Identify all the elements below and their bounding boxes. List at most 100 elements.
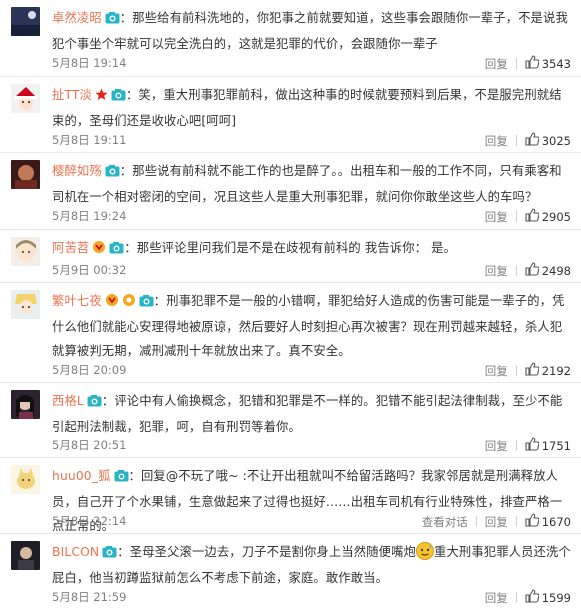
comment-date: 5月8日 19:24: [52, 209, 127, 223]
comment-item: 阿苦苕 ：那些评论里问我们是不是在歧视有前科的 我告诉你： 是。 5月9日 00:…: [0, 230, 581, 283]
member-badge-icon: [105, 291, 119, 315]
comment-item: 卓然凌昭 ：那些给有前科洗地的，你犯事之前就要知道，这些事会跟随你一辈子，不是说我…: [0, 0, 581, 77]
view-conversation-button[interactable]: 查看对话: [422, 514, 468, 530]
comment-date: 5月8日 19:11: [52, 133, 127, 147]
thumbs-up-icon: [525, 437, 542, 454]
comment-footer: 5月9日 00:32 回复 2498: [52, 259, 571, 285]
divider: [515, 365, 517, 376]
comment-text: 西格L ：评论中有人偷换概念，犯错和犯罪是不一样的。犯错不能引起法律制裁，至少不能…: [52, 389, 571, 434]
avatar[interactable]: [11, 84, 40, 113]
avatar[interactable]: [11, 160, 40, 189]
avatar[interactable]: [11, 390, 40, 419]
like-count: 1670: [541, 514, 571, 529]
like-count: 2192: [541, 363, 571, 378]
avatar[interactable]: [11, 290, 40, 319]
reply-button[interactable]: 回复: [485, 590, 508, 606]
vip-camera-icon: [114, 466, 129, 490]
like-button[interactable]: 3543: [525, 55, 571, 72]
username-link[interactable]: 卓然凌昭: [52, 11, 102, 25]
username-link[interactable]: 樱醉如殇: [52, 164, 102, 178]
username-link[interactable]: 扯TT淡: [52, 88, 92, 102]
reply-button[interactable]: 回复: [485, 56, 508, 72]
comment-item: 樱醉如殇 ：那些说有前科就不能工作的也是醉了。。出租车和一般的工作不同，只有乘客和…: [0, 153, 581, 230]
avatar[interactable]: [11, 237, 40, 266]
like-button[interactable]: 1751: [525, 437, 571, 454]
reply-button[interactable]: 回复: [485, 514, 508, 530]
comment-item: 繁叶七夜 ：刑事犯罪不是一般的小错啊，罪犯给好人造成的伤害可能是一辈子的，凭什么他…: [0, 283, 581, 383]
reply-button[interactable]: 回复: [485, 363, 508, 379]
username-link[interactable]: 阿苦苕: [52, 241, 89, 255]
reply-button[interactable]: 回复: [485, 133, 508, 149]
divider: [515, 211, 517, 222]
thumbs-up-icon: [525, 262, 542, 279]
divider: [515, 440, 517, 451]
vip-camera-icon: [87, 391, 102, 415]
vip-camera-icon: [105, 8, 120, 32]
comment-item: 扯TT淡 ：笑，重大刑事犯罪前科，做出这种事的时候就要预料到后果，不是服完刑就结束…: [0, 77, 581, 153]
comment-footer: 5月8日 20:51 回复 1751: [52, 434, 571, 460]
username-link[interactable]: BILCON: [52, 545, 99, 559]
comment-footer: 5月8日 19:24 回复 2905: [52, 205, 571, 231]
comment-footer: 5月8日 19:14 回复 3543: [52, 52, 571, 78]
sweat-emoji-icon: [416, 542, 435, 560]
thumbs-up-icon: [525, 132, 542, 149]
comment-text: 卓然凌昭 ：那些给有前科洗地的，你犯事之前就要知道，这些事会跟随你一辈子，不是说我…: [52, 6, 571, 52]
divider: [515, 516, 517, 527]
comment-text: 樱醉如殇 ：那些说有前科就不能工作的也是醉了。。出租车和一般的工作不同，只有乘客和…: [52, 159, 571, 205]
like-button[interactable]: 1670: [525, 513, 571, 530]
comment-footer: 5月8日 20:09 回复 2192: [52, 359, 571, 385]
avatar[interactable]: [11, 541, 40, 570]
username-link[interactable]: 繁叶七夜: [52, 294, 102, 308]
vip-camera-icon: [139, 291, 154, 315]
divider: [515, 135, 517, 146]
like-count: 1599: [541, 590, 571, 605]
username-link[interactable]: huu00_狐: [52, 469, 111, 483]
avatar[interactable]: [11, 465, 40, 494]
comment-footer: 5月8日 21:59 回复 1599: [52, 586, 571, 611]
comment-item: 西格L ：评论中有人偷换概念，犯错和犯罪是不一样的。犯错不能引起法律制裁，至少不能…: [0, 383, 581, 458]
divider: [515, 592, 517, 603]
comment-date: 5月8日 19:14: [52, 56, 127, 70]
reply-button[interactable]: 回复: [485, 438, 508, 454]
vip-camera-icon: [111, 85, 126, 109]
thumbs-up-icon: [525, 589, 542, 606]
comment-text: 阿苦苕 ：那些评论里问我们是不是在歧视有前科的 我告诉你： 是。: [52, 236, 571, 259]
comment-item: huu00_狐 ：回复@不玩了哦~ :不让开出租就叫不给留活路吗？我家邻居就是刑满…: [0, 458, 581, 534]
username-link[interactable]: 西格L: [52, 394, 84, 408]
comment-item: BILCON ：圣母圣父滚一边去，刀子不是割你身上当然随便嘴炮 重大刑事犯罪人员还洗…: [0, 534, 581, 611]
comment-text: 繁叶七夜 ：刑事犯罪不是一般的小错啊，罪犯给好人造成的伤害可能是一辈子的，凭什么他…: [52, 289, 571, 359]
star-icon: [95, 85, 108, 109]
vip-camera-icon: [105, 161, 120, 185]
like-button[interactable]: 2905: [525, 208, 571, 225]
comment-text: 扯TT淡 ：笑，重大刑事犯罪前科，做出这种事的时候就要预料到后果，不是服完刑就结束…: [52, 83, 571, 129]
comment-text: huu00_狐 ：回复@不玩了哦~ :不让开出租就叫不给留活路吗？我家邻居就是刑满…: [52, 464, 571, 533]
divider: [515, 58, 517, 69]
comment-date: 5月9日 00:32: [52, 263, 127, 277]
thumbs-up-icon: [525, 208, 542, 225]
like-count: 2498: [541, 263, 571, 278]
comment-date: 5月8日 20:51: [52, 438, 127, 452]
like-count: 3025: [541, 133, 571, 148]
like-button[interactable]: 1599: [525, 589, 571, 606]
vip-camera-icon: [102, 542, 117, 566]
comment-footer: 5月8日 19:11 回复 3025: [52, 129, 571, 155]
avatar[interactable]: [11, 7, 40, 36]
reply-button[interactable]: 回复: [485, 209, 508, 225]
like-button[interactable]: 2498: [525, 262, 571, 279]
reply-button[interactable]: 回复: [485, 263, 508, 279]
level-badge-icon: [122, 291, 136, 315]
like-button[interactable]: 2192: [525, 362, 571, 379]
like-count: 1751: [541, 438, 571, 453]
comment-text: BILCON ：圣母圣父滚一边去，刀子不是割你身上当然随便嘴炮 重大刑事犯罪人员还洗…: [52, 540, 571, 586]
comment-date: 5月8日 20:09: [52, 363, 127, 377]
divider: [515, 265, 517, 276]
comment-date: 5月8日 22:14: [52, 514, 127, 528]
comment-date: 5月8日 21:59: [52, 590, 127, 604]
comment-footer: 5月8日 22:14 查看对话 回复 1670: [52, 510, 571, 536]
divider: [475, 516, 477, 527]
like-count: 2905: [541, 209, 571, 224]
comment-list: 卓然凌昭 ：那些给有前科洗地的，你犯事之前就要知道，这些事会跟随你一辈子，不是说我…: [0, 0, 581, 611]
like-button[interactable]: 3025: [525, 132, 571, 149]
thumbs-up-icon: [525, 362, 542, 379]
like-count: 3543: [541, 56, 571, 71]
